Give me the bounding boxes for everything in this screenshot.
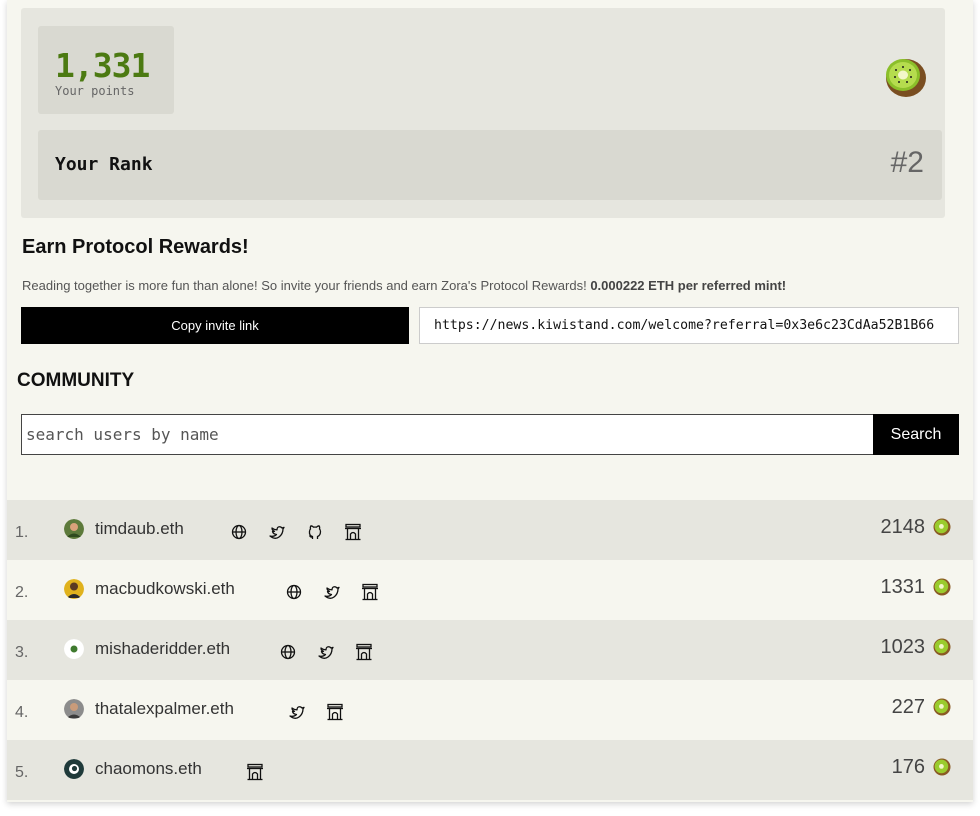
search-users-input[interactable] — [21, 414, 875, 455]
globe-icon[interactable] — [229, 522, 249, 542]
kiwi-icon — [886, 59, 926, 97]
points-value: 1,331 — [55, 46, 150, 85]
kiwi-icon — [933, 698, 951, 716]
kiwi-icon — [933, 638, 951, 656]
leaderboard-row[interactable]: 2. macbudkowski.eth 1331 — [7, 560, 973, 620]
avatar — [64, 699, 84, 719]
farcaster-icon[interactable] — [325, 702, 345, 722]
farcaster-icon[interactable] — [245, 762, 265, 782]
farcaster-icon[interactable] — [360, 582, 380, 602]
points-label: Your points — [55, 84, 135, 98]
earn-description-text: Reading together is more fun than alone!… — [22, 278, 587, 293]
leaderboard-page: 1,331 Your points Your Rank #2 Earn Prot… — [7, 0, 973, 802]
rank-number: 1. — [15, 524, 29, 541]
leaderboard-row[interactable]: 5. chaomons.eth 176 — [7, 740, 973, 800]
user-score: 176 — [891, 756, 925, 778]
leaderboard-row[interactable]: 1. timdaub.eth 2148 — [7, 500, 973, 560]
community-title: COMMUNITY — [17, 370, 135, 391]
leaderboard-row[interactable]: 4. thatalexpalmer.eth 227 — [7, 680, 973, 740]
farcaster-icon[interactable] — [354, 642, 374, 662]
avatar — [64, 639, 84, 659]
social-links — [245, 762, 265, 782]
user-score: 227 — [891, 696, 925, 718]
rank-number: 4. — [15, 704, 29, 721]
user-name[interactable]: macbudkowski.eth — [95, 579, 235, 599]
kiwi-icon — [933, 518, 951, 536]
rank-card: Your Rank #2 — [38, 130, 942, 200]
twitter-icon[interactable] — [287, 702, 307, 722]
leaderboard-row[interactable]: 3. mishaderidder.eth 1023 — [7, 620, 973, 680]
twitter-icon[interactable] — [316, 642, 336, 662]
farcaster-icon[interactable] — [343, 522, 363, 542]
user-name[interactable]: thatalexpalmer.eth — [95, 699, 234, 719]
social-links — [278, 642, 374, 662]
user-score: 1331 — [880, 576, 926, 598]
globe-icon[interactable] — [278, 642, 298, 662]
copy-invite-link-button[interactable]: Copy invite link — [21, 307, 409, 344]
rank-number: 5. — [15, 764, 29, 781]
avatar — [64, 579, 84, 599]
avatar — [64, 519, 84, 539]
earn-description: Reading together is more fun than alone!… — [22, 278, 962, 293]
twitter-icon[interactable] — [267, 522, 287, 542]
user-score: 2148 — [880, 516, 926, 538]
user-name[interactable]: mishaderidder.eth — [95, 639, 230, 659]
avatar — [64, 759, 84, 779]
user-name[interactable]: timdaub.eth — [95, 519, 184, 539]
search-button[interactable]: Search — [873, 414, 959, 455]
rank-label: Your Rank — [55, 154, 153, 175]
leaderboard-list: 1. timdaub.eth 2148 2. macbudkowski.eth — [7, 500, 973, 800]
points-panel: 1,331 Your points Your Rank #2 — [21, 8, 945, 218]
invite-link-field[interactable]: https://news.kiwistand.com/welcome?refer… — [419, 307, 959, 344]
user-name[interactable]: chaomons.eth — [95, 759, 202, 779]
rank-number: 3. — [15, 644, 29, 661]
earn-highlight: 0.000222 ETH per referred mint! — [590, 278, 787, 293]
kiwi-icon — [933, 758, 951, 776]
kiwi-icon — [933, 578, 951, 596]
user-score: 1023 — [880, 636, 926, 658]
rank-value: #2 — [890, 146, 924, 179]
social-links — [284, 582, 380, 602]
earn-title: Earn Protocol Rewards! — [22, 236, 249, 258]
points-card: 1,331 Your points — [38, 26, 174, 114]
social-links — [229, 522, 363, 542]
globe-icon[interactable] — [284, 582, 304, 602]
social-links — [287, 702, 345, 722]
rank-number: 2. — [15, 584, 29, 601]
twitter-icon[interactable] — [322, 582, 342, 602]
github-icon[interactable] — [305, 522, 325, 542]
